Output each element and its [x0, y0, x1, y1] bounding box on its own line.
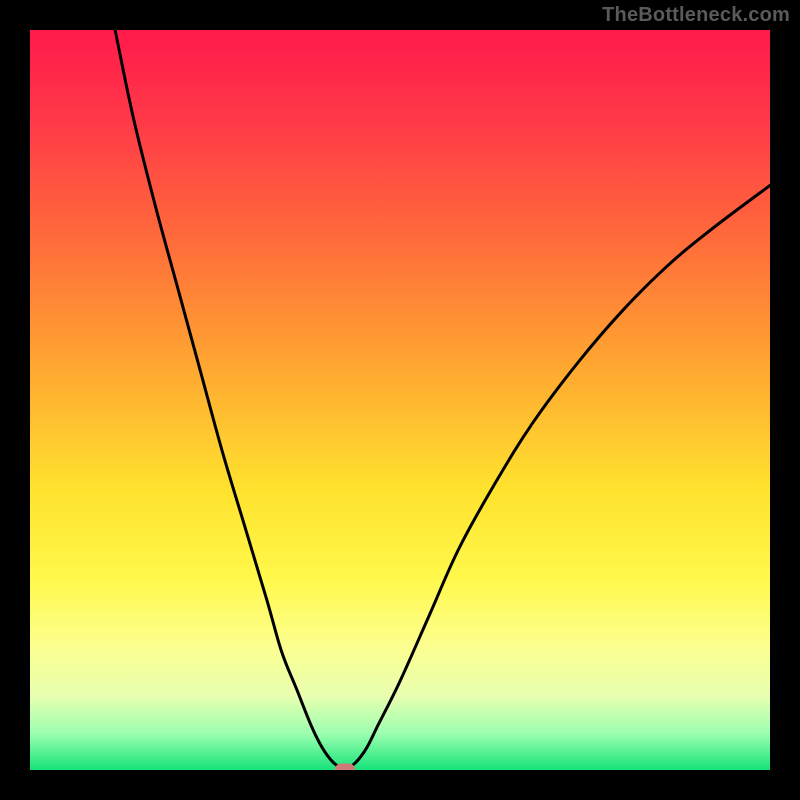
- optimal-marker: [335, 764, 355, 771]
- bottleneck-chart: [30, 30, 770, 770]
- watermark-text: TheBottleneck.com: [602, 4, 790, 27]
- gradient-background: [30, 30, 770, 770]
- chart-frame: TheBottleneck.com: [0, 0, 800, 800]
- plot-area: [30, 30, 770, 770]
